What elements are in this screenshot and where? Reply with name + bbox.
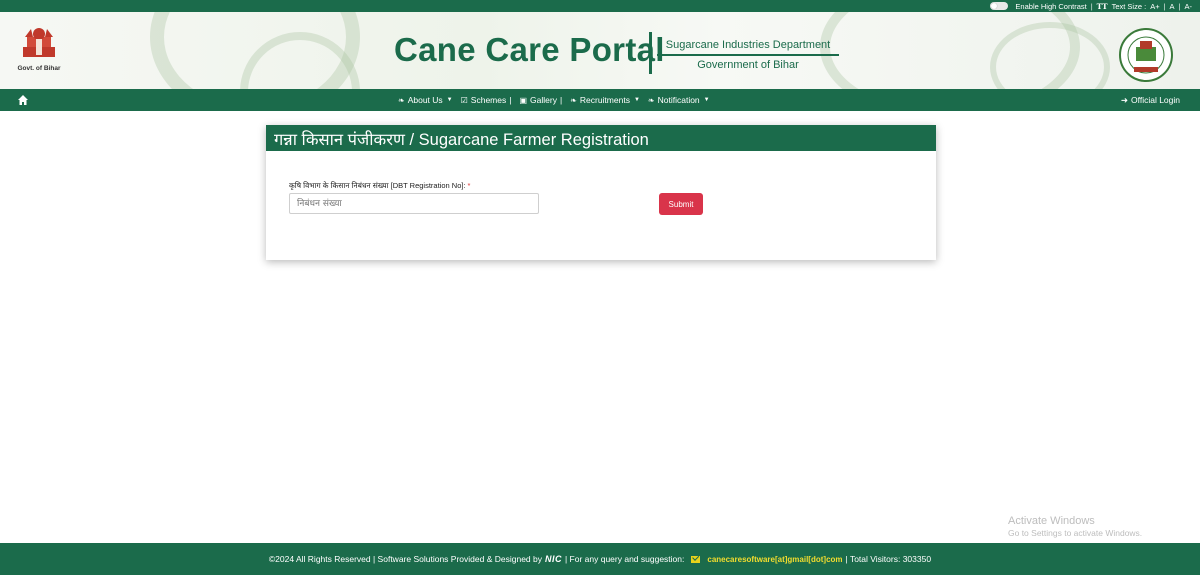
nav-item-label: Notification — [657, 95, 700, 105]
envelope-icon — [691, 555, 701, 563]
chevron-down-icon: ▼ — [703, 97, 710, 103]
submit-button[interactable]: Submit — [659, 193, 703, 215]
nav-item-gallery[interactable]: ▣ Gallery | — [519, 95, 562, 105]
footer-copyright: ©2024 All Rights Reserved | Software Sol… — [268, 554, 542, 564]
dbt-registration-label: कृषि विभाग के किसान निबंधन संख्या [DBT R… — [289, 181, 470, 191]
nav-item-label: Schemes — [470, 95, 507, 105]
nav-item-label: About Us — [407, 95, 443, 105]
leaf-icon: ❧ — [570, 95, 577, 105]
text-size-icon: TT — [1096, 1, 1108, 11]
dbt-registration-input[interactable] — [289, 193, 539, 214]
nav-item-recruitments[interactable]: ❧ Recruitments ▼ — [570, 95, 640, 105]
nav-separator: | — [509, 95, 512, 105]
site-header: Govt. of Bihar Cane Care Portal Sugarcan… — [0, 12, 1200, 89]
nav-separator: | — [559, 95, 563, 105]
sign-in-icon: ➜ — [1120, 94, 1129, 105]
department-divider — [657, 54, 839, 56]
text-size-larger-link[interactable]: A+ — [1150, 2, 1159, 11]
nav-item-label: Recruitments — [579, 95, 630, 105]
title-divider — [649, 32, 652, 74]
gov-caption: Govt. of Bihar — [17, 65, 61, 72]
department-block: Sugarcane Industries Department Governme… — [657, 39, 839, 71]
chevron-down-icon: ▼ — [446, 97, 453, 103]
official-login-link[interactable]: ➜ Official Login — [1121, 89, 1180, 111]
text-size-smaller-link[interactable]: A- — [1185, 2, 1193, 11]
leaf-icon: ❧ — [398, 95, 405, 105]
required-mark: * — [467, 181, 471, 190]
leaf-icon: ❧ — [647, 95, 655, 105]
watermark-subtitle: Go to Settings to activate Windows. — [1008, 528, 1143, 538]
utility-bar: Enable High Contrast | TT Text Size : A+… — [0, 0, 1200, 12]
bihar-govt-logo[interactable]: Govt. of Bihar — [14, 25, 64, 72]
government-name: Government of Bihar — [697, 59, 799, 71]
dbt-registration-label-text: कृषि विभाग के किसान निबंधन संख्या [DBT R… — [289, 181, 466, 190]
nav-item-label: Gallery — [530, 95, 557, 105]
chevron-down-icon: ▼ — [633, 97, 640, 103]
card-heading: गन्ना किसान पंजीकरण / Sugarcane Farmer R… — [266, 125, 936, 151]
activate-windows-watermark: Activate Windows Go to Settings to activ… — [1008, 515, 1142, 538]
nav-menu: ❧ About Us ▼ ☑ Schemes | ▣ Gallery | ❧ Recruitment… — [398, 89, 718, 111]
department-name: Sugarcane Industries Department — [665, 39, 831, 51]
contact-email-link[interactable]: canecaresoftware[at]gmail[dot]com — [707, 555, 842, 564]
portal-title: Cane Care Portal — [394, 31, 665, 68]
total-visitors: | Total Visitors: 303350 — [845, 554, 932, 564]
high-contrast-toggle[interactable] — [990, 2, 1009, 10]
home-icon[interactable] — [17, 94, 29, 106]
text-size-label: Text Size : — [1111, 1, 1147, 11]
official-login-label: Official Login — [1131, 95, 1180, 105]
site-footer: ©2024 All Rights Reserved | Software Sol… — [0, 543, 1200, 575]
text-size-normal-link[interactable]: A — [1170, 2, 1175, 11]
nic-logo: NIC — [544, 554, 562, 564]
high-contrast-label: Enable High Contrast — [1015, 1, 1087, 11]
nav-item-notification[interactable]: ❧ Notification ▼ — [648, 95, 710, 105]
footer-query-text: | For any query and suggestion: — [564, 554, 685, 564]
main-nav: ❧ About Us ▼ ☑ Schemes | ▣ Gallery | ❧ Recruitment… — [0, 89, 1200, 111]
nav-item-schemes[interactable]: ☑ Schemes | — [461, 95, 512, 105]
nav-item-about-us[interactable]: ❧ About Us ▼ — [398, 95, 453, 105]
registration-card: गन्ना किसान पंजीकरण / Sugarcane Farmer R… — [266, 125, 936, 260]
watermark-title: Activate Windows — [1008, 515, 1095, 527]
department-seal-icon — [1119, 28, 1173, 82]
image-icon: ▣ — [519, 95, 528, 105]
check-square-icon: ☑ — [460, 95, 468, 105]
bihar-emblem-icon — [23, 28, 55, 57]
